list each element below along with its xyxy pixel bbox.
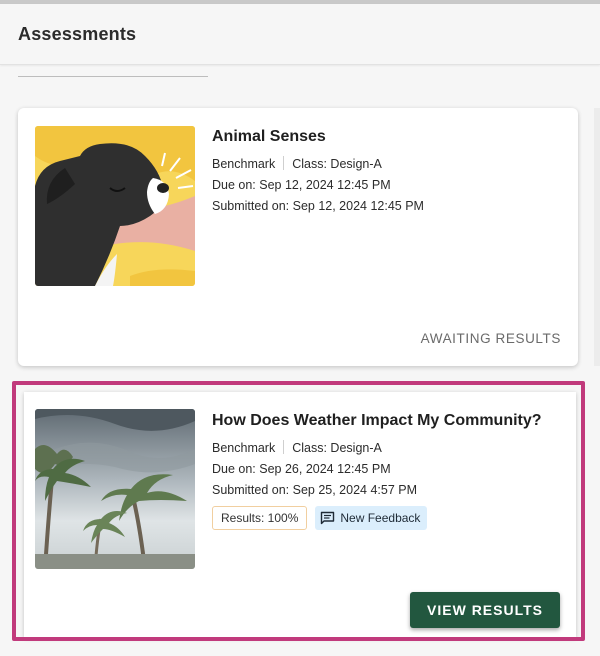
meta-divider — [283, 156, 285, 170]
tab-underline — [18, 76, 208, 77]
submitted-date: Submitted on: Sep 12, 2024 12:45 PM — [212, 199, 424, 213]
assessment-thumbnail — [35, 126, 195, 286]
page-header: Assessments — [0, 4, 600, 65]
assessment-type: Benchmark — [212, 157, 276, 171]
assessment-title[interactable]: Animal Senses — [212, 128, 424, 146]
assessment-info: Animal Senses Benchmark Class: Design-A D… — [212, 128, 424, 217]
assessment-meta-row: Benchmark Class: Design-A — [212, 154, 424, 175]
page-title: Assessments — [18, 24, 137, 44]
due-date: Due on: Sep 12, 2024 12:45 PM — [212, 178, 391, 192]
selection-highlight — [12, 381, 585, 641]
adjacent-card-edge — [594, 108, 600, 366]
status-label: AWAITING RESULTS — [420, 331, 561, 346]
assessment-class: Class: Design-A — [292, 157, 382, 171]
assessment-card[interactable]: Animal Senses Benchmark Class: Design-A D… — [18, 108, 578, 366]
dog-illustration — [35, 126, 195, 286]
